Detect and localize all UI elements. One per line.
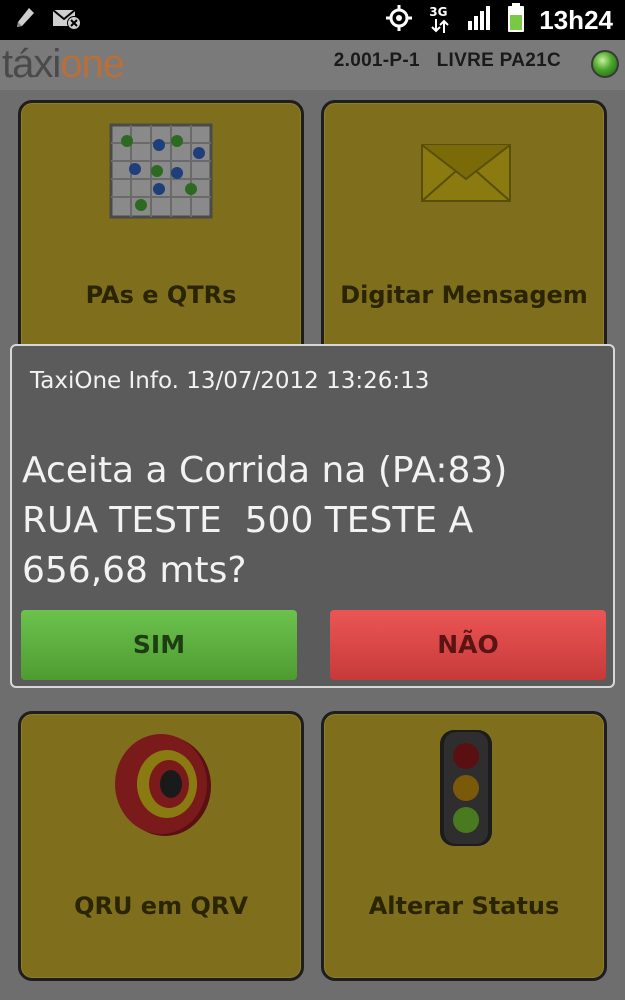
logo-prefix: táxi xyxy=(2,42,61,86)
mail-cancel-icon xyxy=(52,6,82,36)
tile-label: PAs e QTRs xyxy=(85,281,237,309)
dialog-message: Aceita a Corrida na (PA:83) RUA TESTE 50… xyxy=(22,450,508,591)
traffic-light-icon xyxy=(434,728,498,856)
connection-status-icon xyxy=(591,50,619,78)
tile-digitar-mensagem[interactable]: Digitar Mensagem xyxy=(321,100,607,370)
tile-qru-em-qrv[interactable]: QRU em QRV xyxy=(18,711,304,981)
dialog-title: TaxiOne Info. 13/07/2012 13:26:13 xyxy=(30,368,430,394)
data-3g-icon: 3G xyxy=(427,5,453,35)
app-logo: táxione xyxy=(2,41,125,87)
clock-time: 13h24 xyxy=(539,5,613,35)
tile-label: Digitar Mensagem xyxy=(340,281,588,309)
tile-pas-e-qtrs[interactable]: PAs e QTRs xyxy=(18,100,304,370)
ride-request-dialog: TaxiOne Info. 13/07/2012 13:26:13 Aceita… xyxy=(10,344,615,688)
network-type-label: 3G xyxy=(429,5,448,19)
logo-suffix: one xyxy=(60,42,125,86)
decline-button[interactable]: NÃO xyxy=(330,610,606,680)
status-bar: 3G 13h24 xyxy=(0,0,625,40)
envelope-icon xyxy=(420,143,512,207)
pencil-icon xyxy=(14,6,36,36)
accept-button[interactable]: SIM xyxy=(21,610,297,680)
battery-icon xyxy=(507,3,525,37)
vehicle-status-text: 2.001-P-1 LIVRE PA21C xyxy=(333,50,561,71)
signal-icon xyxy=(467,5,493,35)
app-header: táxione 2.001-P-1 LIVRE PA21C xyxy=(0,40,625,90)
tile-label: Alterar Status xyxy=(368,892,560,920)
tile-label: QRU em QRV xyxy=(74,892,248,920)
grid-map-icon xyxy=(107,121,215,225)
tile-alterar-status[interactable]: Alterar Status xyxy=(321,711,607,981)
target-icon xyxy=(107,730,217,844)
gps-icon xyxy=(385,4,413,36)
